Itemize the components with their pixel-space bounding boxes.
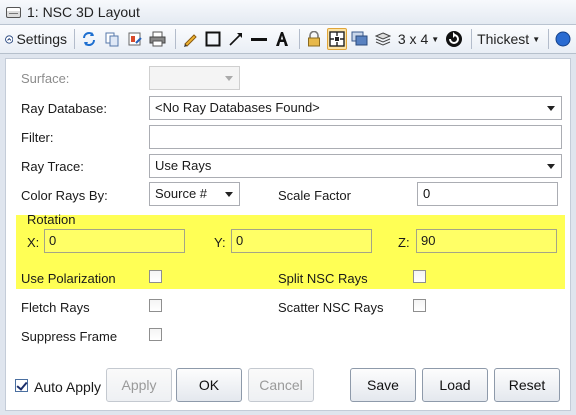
window-stack-icon — [351, 31, 368, 46]
chevron-down-icon — [225, 192, 233, 197]
thickness-label: Thickest — [477, 31, 530, 47]
export-icon — [128, 32, 142, 46]
toolbar-separator — [174, 29, 176, 49]
chevron-down-icon: ▼ — [532, 34, 541, 44]
layers-button[interactable] — [373, 28, 393, 50]
reset-icon — [446, 31, 463, 47]
surface-select[interactable] — [149, 66, 240, 90]
color-rays-label: Color Rays By: — [21, 188, 108, 203]
window-icon — [6, 6, 21, 18]
ok-button[interactable]: OK — [176, 368, 242, 402]
layers-icon — [374, 32, 391, 46]
window-stack-button[interactable] — [350, 28, 370, 50]
rotation-z-label: Z: — [398, 235, 410, 250]
refresh-button[interactable] — [79, 28, 99, 50]
settings-chevron-icon — [5, 34, 14, 44]
toolbar: Settings 3 x 4 ▼ Thickest ▼ — [0, 25, 576, 54]
chevron-down-icon — [225, 76, 233, 81]
apply-button[interactable]: Apply — [106, 368, 172, 402]
scatter-nsc-checkbox[interactable] — [413, 299, 426, 312]
toolbar-separator — [548, 29, 549, 49]
ray-trace-label: Ray Trace: — [21, 159, 84, 174]
rotation-y-input[interactable]: 0 — [231, 229, 372, 253]
arrow-tool[interactable] — [226, 28, 246, 50]
settings-label: Settings — [16, 31, 68, 47]
pencil-icon — [183, 34, 197, 47]
text-icon — [275, 32, 288, 46]
rotation-label: Rotation — [27, 212, 76, 227]
load-button[interactable]: Load — [422, 368, 488, 402]
grid-dropdown[interactable]: 3 x 4 ▼ — [396, 28, 441, 50]
thickness-dropdown[interactable]: Thickest ▼ — [476, 28, 541, 50]
color-rays-select[interactable]: Source # — [149, 182, 240, 206]
settings-button[interactable]: Settings — [5, 28, 67, 50]
copy-icon — [105, 32, 119, 47]
text-tool[interactable] — [272, 28, 292, 50]
line-tool[interactable] — [249, 28, 269, 50]
split-nsc-checkbox[interactable] — [413, 270, 426, 283]
use-polarization-label: Use Polarization — [21, 271, 116, 286]
arrow-icon — [229, 33, 242, 46]
auto-apply-checkbox[interactable] — [15, 379, 28, 392]
save-button[interactable]: Save — [350, 368, 416, 402]
scatter-nsc-label: Scatter NSC Rays — [278, 300, 384, 315]
ray-trace-value: Use Rays — [155, 158, 212, 173]
help-button[interactable] — [553, 28, 573, 50]
lock-button[interactable] — [304, 28, 324, 50]
filter-label: Filter: — [21, 130, 54, 145]
reset-view-button[interactable] — [444, 28, 464, 50]
cancel-button[interactable]: Cancel — [248, 368, 314, 402]
ray-trace-select[interactable]: Use Rays — [149, 154, 562, 178]
layout-icon — [329, 31, 345, 47]
settings-panel: Surface: Ray Database: <No Ray Databases… — [5, 58, 571, 411]
chevron-down-icon: ▼ — [431, 34, 440, 44]
surface-label: Surface: — [21, 71, 70, 86]
ray-database-select[interactable]: <No Ray Databases Found> — [149, 96, 562, 120]
rotation-x-label: X: — [27, 235, 40, 250]
grid-label: 3 x 4 — [397, 31, 429, 47]
print-button[interactable] — [148, 28, 168, 50]
rectangle-tool[interactable] — [203, 28, 223, 50]
rotation-x-input[interactable]: 0 — [44, 229, 185, 253]
export-button[interactable] — [125, 28, 145, 50]
pencil-tool[interactable] — [180, 28, 200, 50]
help-icon — [555, 31, 571, 47]
scale-factor-label: Scale Factor — [278, 188, 351, 203]
rotation-z-input[interactable]: 90 — [416, 229, 557, 253]
chevron-down-icon — [547, 106, 555, 111]
copy-button[interactable] — [102, 28, 122, 50]
refresh-icon — [82, 32, 95, 46]
rotation-y-label: Y: — [214, 235, 226, 250]
rectangle-icon — [205, 31, 221, 47]
filter-input[interactable] — [149, 125, 562, 149]
split-nsc-label: Split NSC Rays — [278, 271, 368, 286]
fletch-rays-label: Fletch Rays — [21, 300, 90, 315]
use-polarization-checkbox[interactable] — [149, 270, 162, 283]
print-icon — [149, 31, 166, 47]
suppress-frame-checkbox[interactable] — [149, 328, 162, 341]
ray-database-label: Ray Database: — [21, 101, 107, 116]
suppress-frame-label: Suppress Frame — [21, 329, 118, 344]
window-title: 1: NSC 3D Layout — [27, 4, 140, 20]
ray-database-value: <No Ray Databases Found> — [155, 100, 320, 115]
reset-button[interactable]: Reset — [494, 368, 560, 402]
color-rays-value: Source # — [155, 186, 208, 201]
lock-icon — [307, 31, 320, 47]
toolbar-separator — [74, 29, 75, 49]
fletch-rays-checkbox[interactable] — [149, 299, 162, 312]
title-bar: 1: NSC 3D Layout — [0, 0, 576, 25]
toolbar-separator — [298, 29, 300, 49]
chevron-down-icon — [547, 164, 555, 169]
toolbar-separator — [471, 29, 473, 49]
line-icon — [250, 38, 267, 41]
scale-factor-input[interactable]: 0 — [417, 182, 558, 206]
auto-apply-label: Auto Apply — [34, 379, 101, 395]
layout-button[interactable] — [326, 28, 347, 50]
